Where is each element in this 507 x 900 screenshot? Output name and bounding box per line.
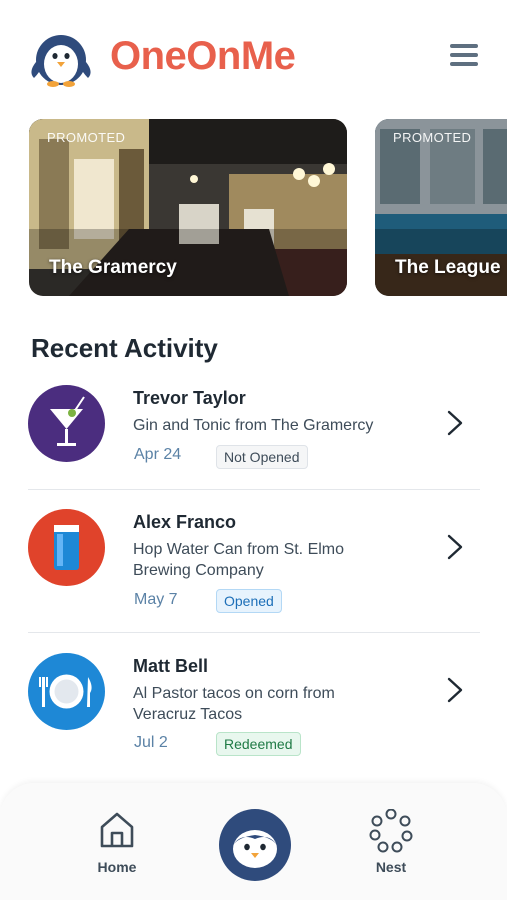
- penguin-center-button[interactable]: [219, 809, 291, 881]
- gift-date: May 7: [134, 591, 178, 608]
- activity-item-alex[interactable]: Alex Franco Hop Water Can from St. Elmo …: [28, 509, 480, 619]
- status-badge: Redeemed: [216, 732, 301, 756]
- nav-nest[interactable]: Nest: [351, 809, 431, 879]
- app-header: OneOnMe: [0, 0, 507, 110]
- status-badge: Opened: [216, 589, 282, 613]
- sender-name: Alex Franco: [133, 512, 237, 532]
- app-title: OneOnMe: [110, 34, 296, 78]
- recent-activity-heading: Recent Activity: [31, 333, 218, 363]
- hamburger-icon-line: [450, 53, 478, 57]
- menu-button[interactable]: [447, 40, 481, 70]
- promo-title: The League: [395, 257, 501, 278]
- activity-item-trevor[interactable]: Trevor Taylor Gin and Tonic from The Gra…: [28, 385, 480, 475]
- chevron-right-icon: [447, 677, 463, 703]
- promo-title: The Gramercy: [49, 257, 177, 278]
- chevron-right-icon: [447, 534, 463, 560]
- plate-icon: [28, 653, 105, 730]
- divider: [28, 632, 480, 633]
- nest-icon: [369, 809, 413, 853]
- sender-name: Trevor Taylor: [133, 388, 246, 408]
- hamburger-icon: [450, 44, 478, 48]
- bottom-nav: Home Nest: [0, 783, 507, 900]
- hamburger-icon-line: [450, 62, 478, 66]
- martini-icon: [28, 385, 105, 462]
- divider: [28, 489, 480, 490]
- can-icon: [28, 509, 105, 586]
- gift-date: Jul 2: [134, 734, 168, 751]
- activity-item-matt[interactable]: Matt Bell Al Pastor tacos on corn from V…: [28, 653, 480, 763]
- nav-nest-label: Nest: [375, 859, 407, 875]
- nav-home-label: Home: [97, 859, 137, 875]
- promoted-label: PROMOTED: [393, 130, 472, 145]
- sender-name: Matt Bell: [133, 656, 209, 676]
- home-icon: [100, 812, 134, 848]
- promo-card-gramercy[interactable]: PROMOTED The Gramercy: [29, 119, 347, 296]
- gift-date: Apr 24: [134, 446, 182, 463]
- penguin-icon: [233, 830, 277, 868]
- penguin-logo-icon: [31, 35, 91, 87]
- promoted-label: PROMOTED: [47, 130, 126, 145]
- gift-description: Gin and Tonic from The Gramercy: [133, 417, 374, 434]
- gift-description: Hop Water Can from St. Elmo Brewing Comp…: [133, 541, 345, 579]
- status-badge: Not Opened: [216, 445, 308, 469]
- chevron-right-icon: [447, 410, 463, 436]
- promo-carousel[interactable]: PROMOTED The Gramercy PROMOTED The Leagu…: [0, 119, 507, 297]
- nav-home[interactable]: Home: [77, 809, 157, 879]
- gift-description: Al Pastor tacos on corn from Veracruz Ta…: [133, 685, 335, 723]
- promo-card-league[interactable]: PROMOTED The League: [375, 119, 507, 296]
